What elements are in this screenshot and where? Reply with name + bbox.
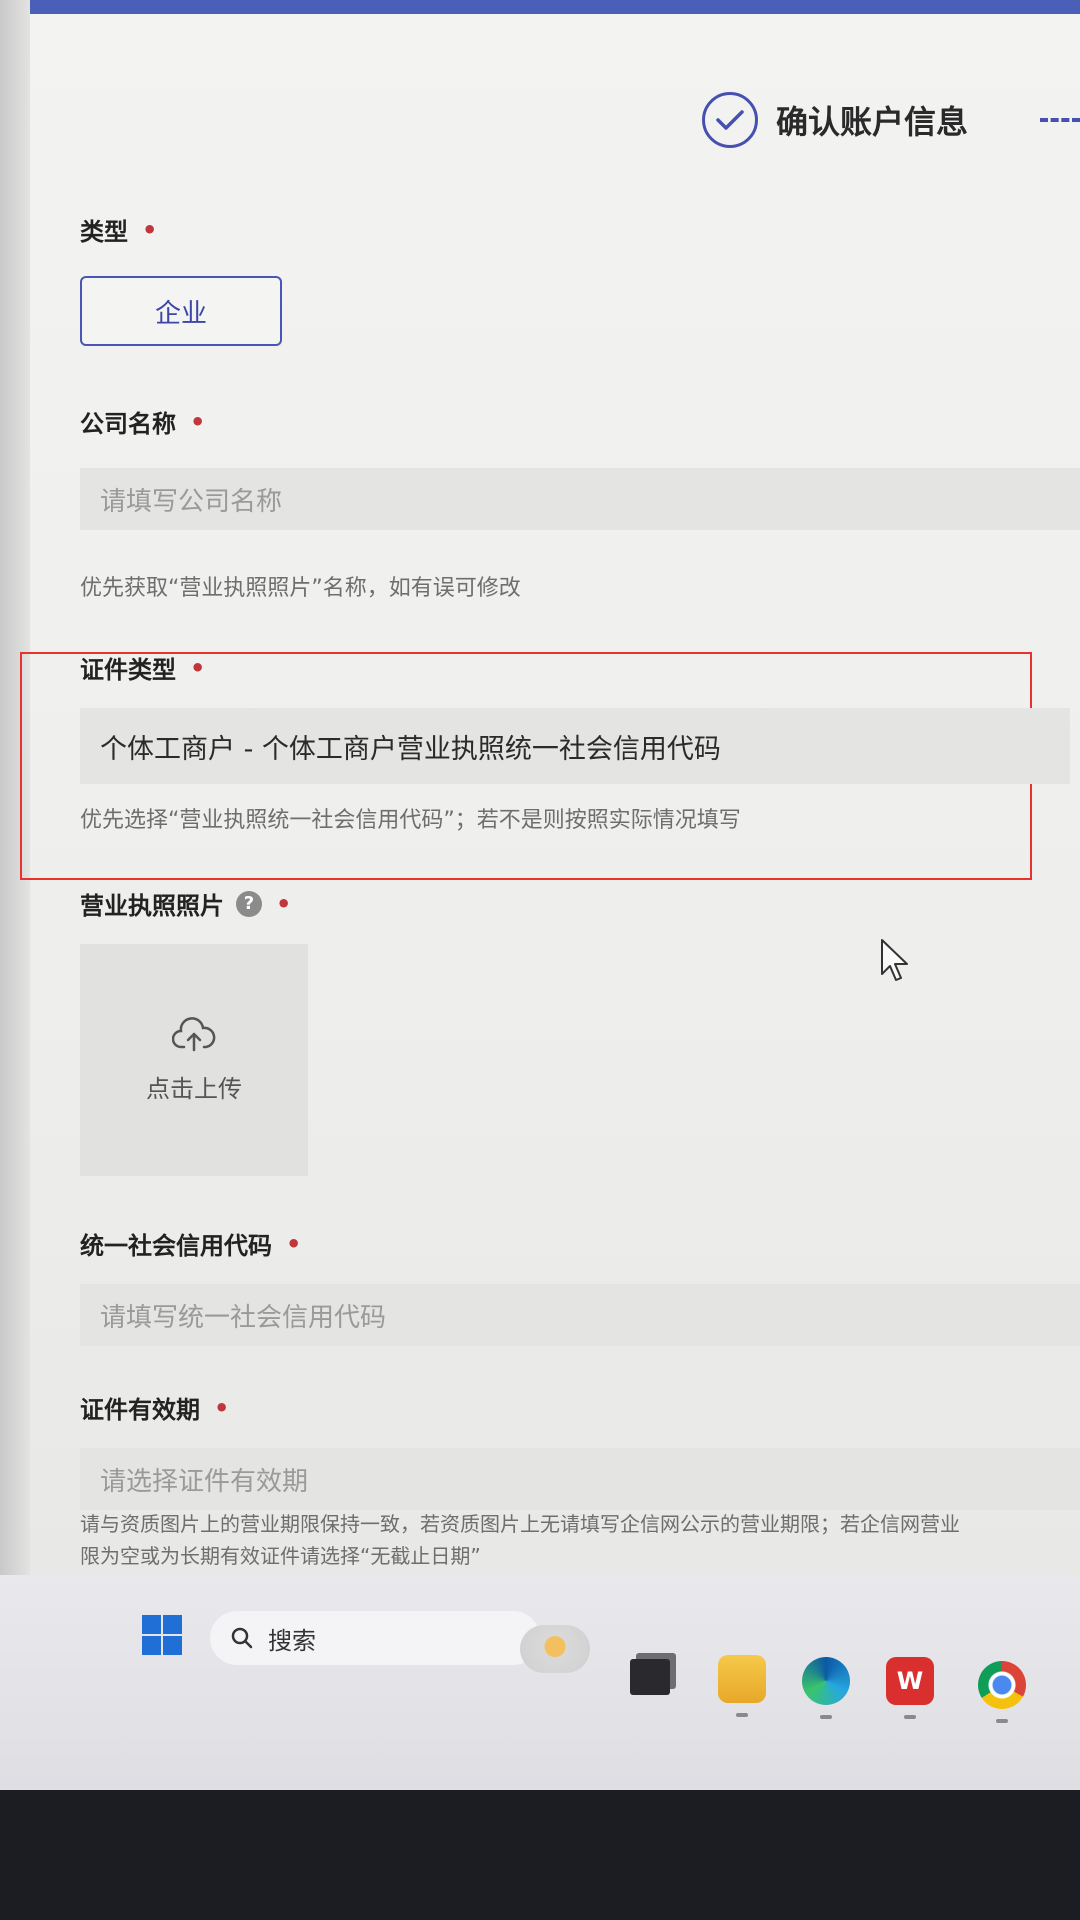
screen: 确认账户信息 类型 • 企业 公司名称 • 请填写公司名称 优先获取“营业执照照… [0, 0, 1080, 1790]
required-mark: • [214, 1393, 230, 1422]
credit-code-placeholder: 请填写统一社会信用代码 [100, 1302, 387, 1333]
validity-label: 证件有效期 • [80, 1390, 229, 1425]
cert-type-value: 个体工商户 - 个体工商户营业执照统一社会信用代码 [100, 733, 721, 765]
help-icon[interactable]: ? [236, 890, 262, 917]
company-name-label-text: 公司名称 [80, 410, 176, 438]
screen-left-edge [0, 0, 30, 1790]
task-view-icon[interactable] [630, 1659, 670, 1695]
validity-label-text: 证件有效期 [80, 1396, 200, 1424]
required-mark: • [190, 407, 206, 436]
search-icon [231, 1627, 253, 1649]
type-label: 类型 • [80, 212, 157, 247]
widgets-icon[interactable] [520, 1625, 590, 1673]
validity-hint-line2: 限为空或为长期有效证件请选择“无截止日期” [80, 1544, 481, 1568]
type-option-enterprise[interactable]: 企业 [80, 276, 282, 346]
credit-code-input[interactable]: 请填写统一社会信用代码 [80, 1284, 1080, 1346]
windows-start-icon[interactable] [142, 1615, 182, 1655]
license-photo-label-text: 营业执照照片 [80, 892, 224, 920]
chrome-icon[interactable] [978, 1661, 1026, 1723]
cert-type-label-text: 证件类型 [80, 656, 176, 684]
check-circle-icon [702, 92, 758, 148]
taskbar-search[interactable]: 搜索 [210, 1611, 540, 1665]
edge-icon[interactable] [802, 1657, 850, 1719]
cloud-upload-icon [172, 1016, 216, 1051]
file-explorer-icon[interactable] [718, 1655, 766, 1717]
upload-button[interactable]: 点击上传 [80, 944, 308, 1176]
company-name-placeholder: 请填写公司名称 [100, 486, 283, 517]
upload-text: 点击上传 [146, 1074, 242, 1103]
credit-code-label: 统一社会信用代码 • [80, 1226, 301, 1261]
step-connector [1040, 118, 1080, 122]
credit-code-label-text: 统一社会信用代码 [80, 1232, 272, 1260]
step-label: 确认账户信息 [776, 103, 969, 141]
company-name-input[interactable]: 请填写公司名称 [80, 468, 1080, 530]
type-label-text: 类型 [80, 218, 128, 246]
validity-hint-line1: 请与资质图片上的营业期限保持一致，若资质图片上无请填写企信网公示的营业期限；若企… [80, 1512, 960, 1536]
cert-type-label: 证件类型 • [80, 650, 205, 685]
search-label: 搜索 [268, 1626, 316, 1655]
cert-type-select[interactable]: 个体工商户 - 个体工商户营业执照统一社会信用代码 [80, 708, 1070, 784]
validity-placeholder: 请选择证件有效期 [100, 1466, 309, 1497]
step-indicator: 确认账户信息 [702, 92, 968, 148]
cert-type-hint: 优先选择“营业执照统一社会信用代码”；若不是则按照实际情况填写 [80, 808, 741, 833]
license-photo-label: 营业执照照片 ? • [80, 886, 291, 921]
required-mark: • [276, 889, 292, 918]
required-mark: • [286, 1229, 302, 1258]
window-top-bar [30, 0, 1080, 14]
mouse-cursor-icon [881, 939, 908, 981]
required-mark: • [190, 653, 206, 682]
validity-picker[interactable]: 请选择证件有效期 [80, 1448, 1080, 1510]
wps-icon[interactable]: W [886, 1657, 934, 1719]
company-name-hint: 优先获取“营业执照照片”名称，如有误可修改 [80, 576, 521, 601]
company-name-label: 公司名称 • [80, 404, 205, 439]
required-mark: • [142, 215, 158, 244]
windows-taskbar: 搜索 W [0, 1575, 1080, 1790]
